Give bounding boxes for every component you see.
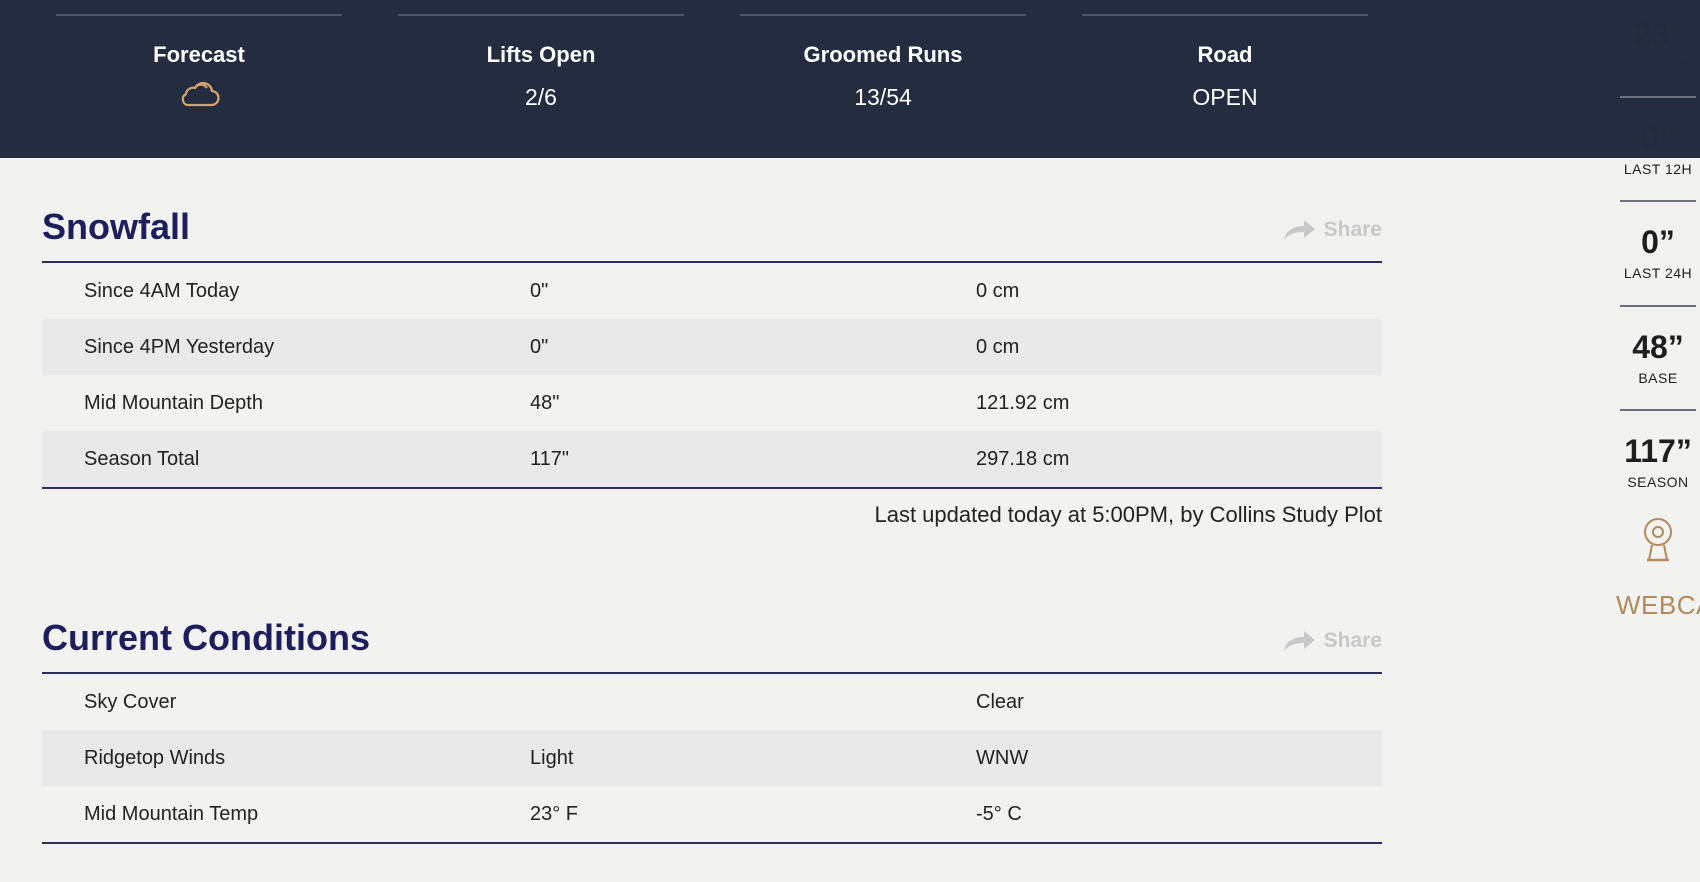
row-value-2: Clear bbox=[976, 691, 1024, 713]
road-value: OPEN bbox=[1192, 84, 1258, 110]
lifts-open-value: 2/6 bbox=[525, 84, 557, 110]
cloud-icon bbox=[181, 81, 220, 107]
table-row: Season Total 117" 297.18 cm bbox=[42, 431, 1382, 487]
row-imperial: 117" bbox=[530, 448, 569, 470]
row-metric: 0 cm bbox=[976, 280, 1020, 302]
sidebar-label: BASE bbox=[1638, 370, 1678, 386]
row-value-1: 23° F bbox=[530, 803, 579, 825]
conditions-header-bar: Forecast Lifts Open 2/6 Groomed Runs 13/… bbox=[0, 0, 1700, 158]
sidebar-divider bbox=[1620, 200, 1696, 202]
share-arrow-icon bbox=[1283, 631, 1315, 651]
row-value-2: -5° C bbox=[976, 803, 1022, 825]
sidebar-value: 117” bbox=[1624, 433, 1692, 469]
snow-summary-sidebar: 23° MID MTN 0” LAST 12H 0” LAST 24H 48” … bbox=[1616, 0, 1700, 882]
table-row: Mid Mountain Temp 23° F -5° C bbox=[42, 786, 1382, 842]
sidebar-last-24h: 0” LAST 24H bbox=[1618, 224, 1698, 281]
row-name: Season Total bbox=[84, 448, 200, 470]
sidebar-label: LAST 12H bbox=[1623, 161, 1693, 177]
sidebar-last-12h: 0” LAST 12H bbox=[1618, 120, 1698, 177]
last-updated-text: Last updated today at 5:00PM, by Collins… bbox=[874, 502, 1382, 527]
sidebar-divider bbox=[1620, 305, 1696, 307]
current-conditions-title: Current Conditions bbox=[42, 617, 370, 658]
conditions-share-button[interactable]: Share bbox=[1282, 629, 1382, 653]
webcam-link[interactable]: WEBCAM bbox=[1616, 590, 1700, 621]
row-name: Ridgetop Winds bbox=[84, 747, 226, 769]
row-metric: 121.92 cm bbox=[976, 392, 1070, 414]
groomed-runs-value: 13/54 bbox=[854, 84, 912, 110]
table-row: Sky Cover Clear bbox=[42, 674, 1382, 730]
forecast-label: Forecast bbox=[153, 42, 245, 67]
sidebar-mid-mtn-temp: 23° MID MTN bbox=[1618, 16, 1698, 73]
current-conditions-section: Current Conditions Share Sky Cover Clear… bbox=[42, 611, 1382, 851]
row-value-1: Light bbox=[530, 747, 574, 769]
table-row: Since 4PM Yesterday 0" 0 cm bbox=[42, 319, 1382, 375]
sidebar-value: 0” bbox=[1641, 224, 1675, 260]
snowfall-title: Snowfall bbox=[42, 206, 191, 247]
table-row: Ridgetop Winds Light WNW bbox=[42, 730, 1382, 786]
row-name: Since 4AM Today bbox=[84, 280, 240, 302]
row-imperial: 0" bbox=[530, 336, 549, 358]
sidebar-value: 23° bbox=[1633, 16, 1683, 52]
sidebar-label: SEASON bbox=[1627, 474, 1689, 490]
sidebar-value: 0” bbox=[1641, 120, 1675, 156]
snowfall-section: Snowfall Share Since 4AM Today 0" 0 cm S… bbox=[42, 200, 1382, 540]
sidebar-divider bbox=[1620, 96, 1696, 98]
row-imperial: 0" bbox=[530, 280, 549, 302]
sidebar-label: LAST 24H bbox=[1623, 265, 1693, 281]
sidebar-value: 48” bbox=[1632, 329, 1684, 365]
snowfall-share-button[interactable]: Share bbox=[1282, 218, 1382, 242]
groomed-runs-stat: Groomed Runs 13/54 bbox=[740, 14, 1026, 144]
table-row: Mid Mountain Depth 48" 121.92 cm bbox=[42, 375, 1382, 431]
table-row: Since 4AM Today 0" 0 cm bbox=[42, 263, 1382, 319]
groomed-runs-label: Groomed Runs bbox=[803, 42, 963, 67]
road-stat: Road OPEN bbox=[1082, 14, 1368, 144]
forecast-stat[interactable]: Forecast bbox=[56, 14, 342, 144]
road-label: Road bbox=[1197, 42, 1253, 67]
row-metric: 0 cm bbox=[976, 336, 1020, 358]
lifts-open-stat: Lifts Open 2/6 bbox=[398, 14, 684, 144]
conditions-bottom-rule bbox=[42, 842, 1382, 844]
sidebar-label: MID MTN bbox=[1626, 57, 1690, 73]
row-name: Mid Mountain Temp bbox=[84, 803, 259, 825]
row-name: Mid Mountain Depth bbox=[84, 392, 263, 414]
row-value-2: WNW bbox=[976, 747, 1029, 769]
row-name: Sky Cover bbox=[84, 691, 177, 713]
row-imperial: 48" bbox=[530, 392, 560, 414]
sidebar-season: 117” SEASON bbox=[1618, 433, 1698, 490]
share-arrow-icon bbox=[1283, 220, 1315, 240]
conditions-share-label: Share bbox=[1323, 629, 1382, 652]
lifts-open-label: Lifts Open bbox=[486, 42, 596, 67]
sidebar-divider bbox=[1620, 409, 1696, 411]
snowfall-share-label: Share bbox=[1323, 218, 1382, 241]
row-name: Since 4PM Yesterday bbox=[84, 336, 275, 358]
snowfall-bottom-rule bbox=[42, 487, 1382, 489]
webcam-icon[interactable] bbox=[1642, 512, 1674, 570]
sidebar-base: 48” BASE bbox=[1618, 329, 1698, 386]
row-metric: 297.18 cm bbox=[976, 448, 1070, 470]
